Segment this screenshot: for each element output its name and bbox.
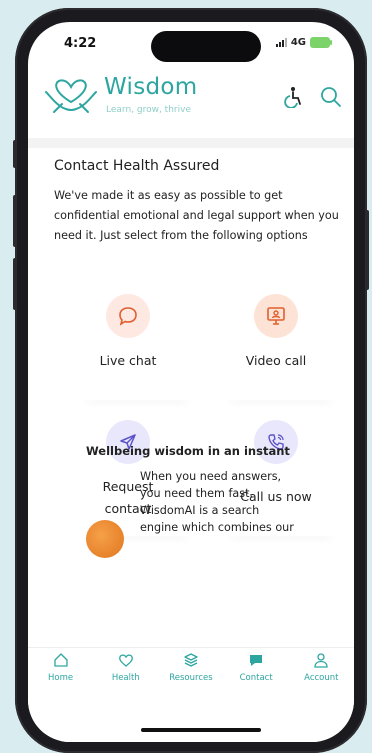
tab-resources[interactable]: Resources xyxy=(161,652,221,683)
battery-icon xyxy=(310,37,332,48)
dynamic-island xyxy=(151,31,261,62)
live-chat-option[interactable]: Live chat xyxy=(68,294,188,372)
app-screen: 4:22 4G Wisdom Learn, grow, thrive Conta… xyxy=(28,22,354,742)
tab-health[interactable]: Health xyxy=(96,652,156,683)
search-icon[interactable] xyxy=(320,86,342,112)
home-icon xyxy=(53,653,68,667)
card-shadow xyxy=(226,390,336,400)
signal-icon xyxy=(275,38,287,47)
layers-icon xyxy=(184,653,198,667)
home-indicator xyxy=(141,728,261,732)
side-button xyxy=(365,210,369,290)
tab-label: Health xyxy=(111,673,140,683)
live-chat-label: Live chat xyxy=(99,353,157,368)
section-divider xyxy=(28,138,354,148)
chat-icon xyxy=(250,655,263,666)
wellbeing-title: Wellbeing wisdom in an instant xyxy=(86,444,290,458)
bottom-safe-area xyxy=(28,698,354,742)
tab-account[interactable]: Account xyxy=(291,652,351,683)
wellbeing-text: When you need answers, you need them fas… xyxy=(140,470,294,534)
app-header: Wisdom Learn, grow, thrive xyxy=(28,70,354,130)
brand-tagline: Learn, grow, thrive xyxy=(106,105,191,115)
hands-heart-logo-icon xyxy=(42,72,100,122)
side-button xyxy=(13,195,17,247)
tab-label: Contact xyxy=(239,673,273,683)
tab-label: Account xyxy=(304,673,339,683)
card-shadow xyxy=(82,390,192,400)
side-button xyxy=(13,258,17,310)
page-description: We've made it as easy as possible to get… xyxy=(54,189,339,242)
page-title: Contact Health Assured xyxy=(54,158,220,174)
video-call-icon xyxy=(254,294,298,338)
status-bar: 4:22 4G xyxy=(28,22,354,66)
video-call-label: Video call xyxy=(245,353,307,368)
tab-bar: Home Health Resources Contact Account xyxy=(28,647,354,698)
tab-home[interactable]: Home xyxy=(31,652,91,683)
brand-name: Wisdom xyxy=(104,74,198,100)
status-indicators: 4G xyxy=(275,37,332,48)
accessibility-icon[interactable] xyxy=(284,86,304,112)
status-time: 4:22 xyxy=(64,36,97,51)
tab-label: Resources xyxy=(169,673,213,683)
tab-label: Home xyxy=(48,673,74,683)
wisdomai-brain-icon xyxy=(86,520,124,558)
tab-contact[interactable]: Contact xyxy=(226,652,286,683)
video-call-option[interactable]: Video call xyxy=(216,294,336,372)
side-button xyxy=(13,140,17,168)
chat-bubble-icon xyxy=(106,294,150,338)
person-icon xyxy=(314,653,328,668)
heart-icon xyxy=(118,654,133,667)
contact-content: Contact Health Assured We've made it as … xyxy=(28,148,354,668)
network-type: 4G xyxy=(290,37,306,48)
